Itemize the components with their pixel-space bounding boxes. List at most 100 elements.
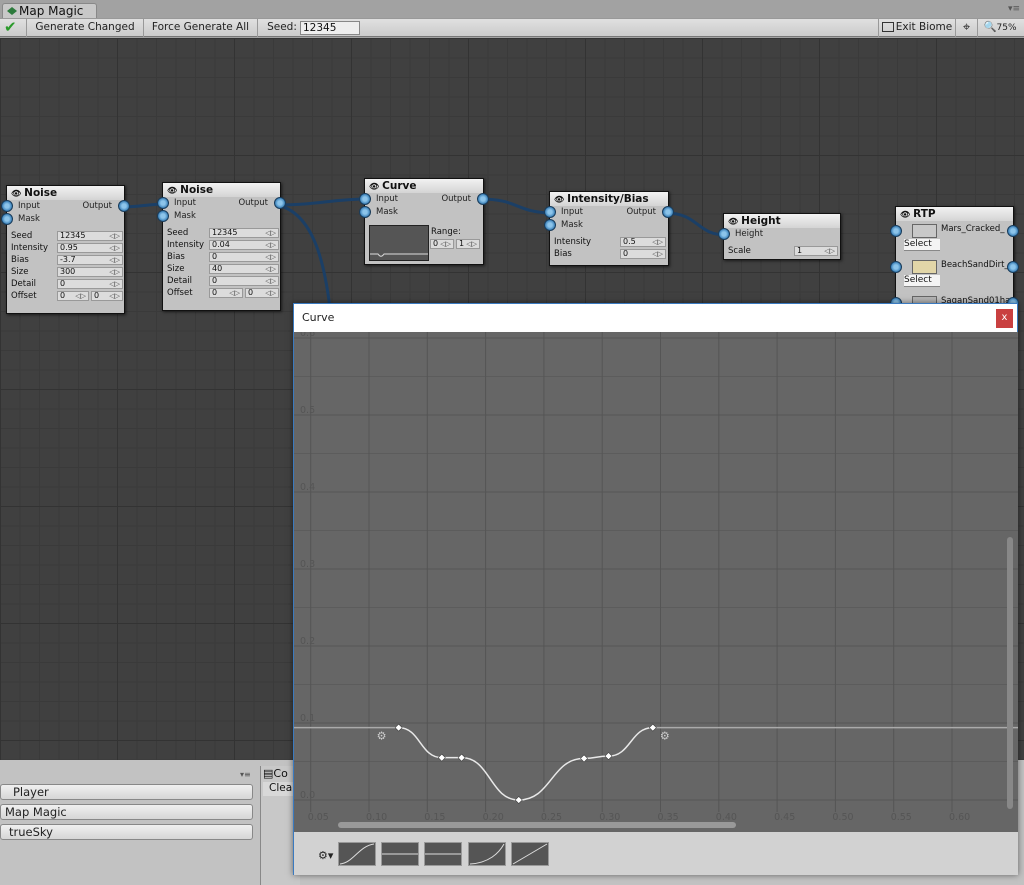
close-button[interactable]: x <box>996 309 1013 328</box>
offset-x[interactable]: 0 ◁▷ <box>209 288 243 298</box>
seed-field[interactable]: Seed 12345 ◁▷ <box>7 230 124 242</box>
offset-field[interactable]: Offset 0 ◁▷ 0 ◁▷ <box>7 290 124 302</box>
node-title[interactable]: 👁 Noise <box>163 183 280 197</box>
eye-icon[interactable]: 👁 <box>728 217 738 226</box>
input-port[interactable] <box>359 193 371 205</box>
curve-key[interactable] <box>437 753 446 762</box>
drag-icon[interactable]: ◁▷ <box>652 238 663 246</box>
field-value[interactable]: 40 ◁▷ <box>209 264 279 274</box>
drag-icon[interactable]: ◁▷ <box>265 229 276 237</box>
field-value[interactable]: 0 ◁▷ <box>209 276 279 286</box>
zoom-button[interactable]: 🔍75% <box>978 19 1022 37</box>
drag-icon[interactable]: ◁▷ <box>652 250 663 258</box>
curve-key[interactable] <box>514 796 523 804</box>
mask-port[interactable] <box>1 213 13 225</box>
eye-icon[interactable]: 👁 <box>11 189 21 198</box>
drag-icon[interactable]: ◁▷ <box>109 280 120 288</box>
crosshair-icon[interactable]: ⌖ <box>956 19 978 37</box>
field-value[interactable]: 300 ◁▷ <box>57 267 123 277</box>
pre-wrap-gear-icon[interactable]: ⚙ <box>377 730 387 743</box>
curve-key[interactable] <box>580 754 588 763</box>
output-port[interactable] <box>662 206 674 218</box>
output-port[interactable] <box>118 200 130 212</box>
preset-flat-low[interactable] <box>424 842 462 866</box>
field-value[interactable]: 0 ◁▷ <box>620 249 666 259</box>
drag-icon[interactable]: ◁▷ <box>109 232 120 240</box>
detail-field[interactable]: Detail 0 ◁▷ <box>7 278 124 290</box>
height-node[interactable]: 👁 Height Height Scale 1 ◁▷ <box>718 213 841 260</box>
drag-icon[interactable]: ◁▷ <box>265 265 276 273</box>
drag-icon[interactable]: ◁▷ <box>109 244 120 252</box>
field-value[interactable]: 12345 ◁▷ <box>57 231 123 241</box>
field-value[interactable]: 12345 ◁▷ <box>209 228 279 238</box>
preset-flat-high[interactable] <box>381 842 419 866</box>
list-item-truesky[interactable]: trueSky <box>0 824 253 840</box>
layer-texture[interactable] <box>912 224 937 238</box>
output-port[interactable] <box>477 193 489 205</box>
bias-field[interactable]: Bias 0 ◁▷ <box>163 251 280 263</box>
curve-key[interactable] <box>648 723 657 732</box>
drag-icon[interactable]: ◁▷ <box>265 277 276 285</box>
exit-biome-button[interactable]: Exit Biome <box>878 19 956 37</box>
bias-field[interactable]: Bias 0 ◁▷ <box>550 248 668 260</box>
gear-icon[interactable]: ⚙▾ <box>318 849 333 862</box>
field-value[interactable]: 0 ◁▷ <box>57 279 123 289</box>
layer-input-port[interactable] <box>890 261 902 273</box>
drag-icon[interactable]: ◁▷ <box>824 247 835 255</box>
drag-icon[interactable]: ◁▷ <box>265 253 276 261</box>
curve-editor[interactable]: 0.05 0.10 0.15 0.20 0.25 0.30 0.35 0.40 0.45 0.50… <box>294 328 1018 832</box>
drag-icon[interactable]: ◁▷ <box>265 241 276 249</box>
drag-icon[interactable]: ◁▷ <box>466 240 477 248</box>
select-button[interactable]: Select <box>904 239 940 251</box>
range-min[interactable]: 0 ◁▷ <box>430 239 454 249</box>
layer-input-port[interactable] <box>890 225 902 237</box>
offset-field[interactable]: Offset 0 ◁▷ 0 ◁▷ <box>163 287 280 299</box>
tab-map-magic[interactable]: Map Magic <box>2 3 97 19</box>
intensity-field[interactable]: Intensity 0.95 ◁▷ <box>7 242 124 254</box>
input-port[interactable] <box>157 197 169 209</box>
scale-field[interactable]: Scale 1 ◁▷ <box>724 245 840 257</box>
curve-key[interactable] <box>457 753 466 762</box>
force-generate-all-button[interactable]: Force Generate All <box>144 19 258 37</box>
field-value[interactable]: 0 ◁▷ <box>209 252 279 262</box>
layer-output-port[interactable] <box>1007 261 1019 273</box>
offset-y[interactable]: 0 ◁▷ <box>245 288 279 298</box>
node-title[interactable]: 👁 Height <box>724 214 840 228</box>
intensity-field[interactable]: Intensity 0.04 ◁▷ <box>163 239 280 251</box>
eye-icon[interactable]: 👁 <box>900 210 910 219</box>
generate-changed-button[interactable]: Generate Changed <box>26 19 144 37</box>
field-value[interactable]: 0.95 ◁▷ <box>57 243 123 253</box>
eye-icon[interactable]: 👁 <box>167 186 177 195</box>
drag-icon[interactable]: ◁▷ <box>109 292 120 300</box>
panel-menu-icon[interactable]: ▾≡ <box>240 770 251 779</box>
size-field[interactable]: Size 300 ◁▷ <box>7 266 124 278</box>
curve-node[interactable]: 👁 Curve Input Output Mask Range: 0 ◁▷ 1 ◁▷ <box>359 178 489 265</box>
dialog-header[interactable]: Curve x <box>294 304 1017 332</box>
layer-texture[interactable] <box>912 260 937 274</box>
preset-ease-in-out[interactable] <box>338 842 376 866</box>
list-item-map-magic[interactable]: Map Magic <box>0 804 253 820</box>
node-title[interactable]: 👁 RTP <box>896 207 1013 221</box>
field-value[interactable]: -3.7 ◁▷ <box>57 255 123 265</box>
noise-node-2[interactable]: 👁 Noise Input Output Mask Seed 12345 ◁▷ Inte… <box>157 182 286 311</box>
eye-icon[interactable]: 👁 <box>369 182 379 191</box>
drag-icon[interactable]: ◁▷ <box>229 289 240 297</box>
node-title[interactable]: 👁 Intensity/Bias <box>550 192 668 206</box>
drag-icon[interactable]: ◁▷ <box>109 256 120 264</box>
intensity-field[interactable]: Intensity 0.5 ◁▷ <box>550 236 668 248</box>
mask-port[interactable] <box>359 206 371 218</box>
offset-y[interactable]: 0 ◁▷ <box>91 291 123 301</box>
curve-plot[interactable]: 0.05 0.10 0.15 0.20 0.25 0.30 0.35 0.40 0.45 0.50… <box>294 328 1018 832</box>
horizontal-scrollbar[interactable] <box>338 822 736 828</box>
seed-input[interactable]: 12345 <box>300 21 360 35</box>
checkmark-icon[interactable]: ✔ <box>4 19 24 37</box>
select-button[interactable]: Select <box>904 275 940 287</box>
output-port[interactable] <box>274 197 286 209</box>
drag-icon[interactable]: ◁▷ <box>75 292 86 300</box>
field-value[interactable]: 0.04 ◁▷ <box>209 240 279 250</box>
curve-key[interactable] <box>604 752 613 760</box>
post-wrap-gear-icon[interactable]: ⚙ <box>660 730 670 743</box>
drag-icon[interactable]: ◁▷ <box>440 240 451 248</box>
noise-node-1[interactable]: 👁 Noise Input Output Mask Seed 12345 ◁▷ Inte… <box>1 185 130 314</box>
detail-field[interactable]: Detail 0 ◁▷ <box>163 275 280 287</box>
